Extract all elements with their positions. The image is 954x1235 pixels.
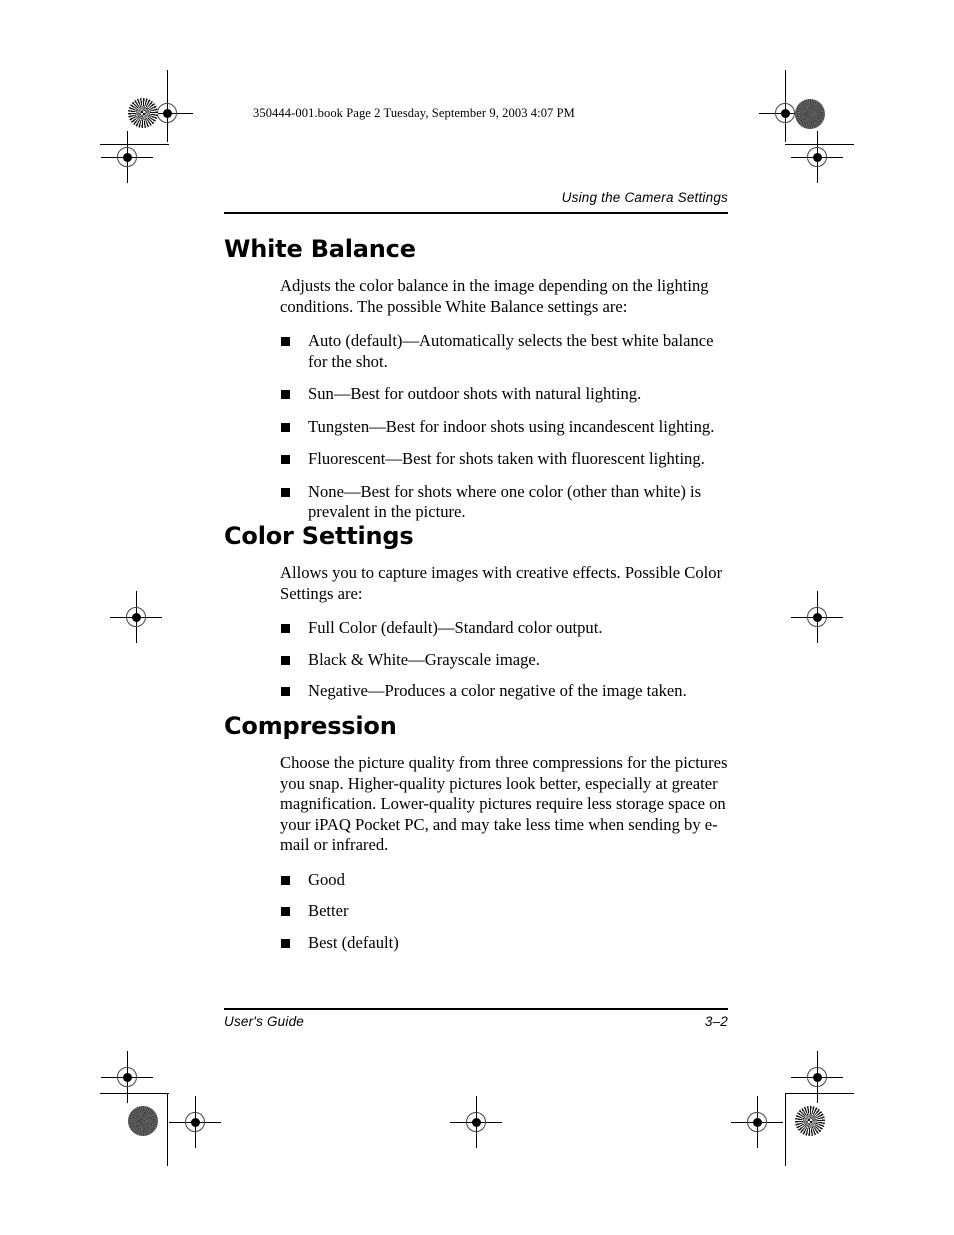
- bullet-square-icon: [281, 907, 290, 917]
- book-info-line: 350444-001.book Page 2 Tuesday, Septembe…: [253, 106, 575, 120]
- star-target-top-left: [128, 98, 158, 128]
- list-item-label: None—Best for shots where one color (oth…: [308, 481, 702, 522]
- list-item: Auto (default)—Automatically selects the…: [281, 331, 734, 372]
- section-paragraph-white-balance: Adjusts the color balance in the image d…: [280, 276, 709, 316]
- footer-rule: [224, 1008, 728, 1010]
- bullet-square-icon: [281, 938, 290, 948]
- list-item-label: Best (default): [308, 932, 399, 952]
- bullet-square-icon: [281, 455, 290, 465]
- list-item-label: Good: [308, 869, 345, 889]
- registration-mark-bottom-center: [450, 1096, 502, 1148]
- registration-mark-top-left-outer: [101, 131, 153, 183]
- bullet-square-icon: [281, 422, 290, 432]
- list-item-label: Fluorescent—Best for shots taken with fl…: [308, 449, 705, 469]
- bullet-list-compression: Good Better Best (default): [281, 870, 734, 954]
- bullet-square-icon: [281, 487, 290, 497]
- document-page: 350444-001.book Page 2 Tuesday, Septembe…: [0, 0, 954, 1235]
- footer-guide-label: User's Guide: [224, 1014, 305, 1029]
- crop-line-bottom-right-vertical: [785, 1094, 786, 1166]
- star-target-bottom-right: [795, 1106, 825, 1136]
- registration-mark-bottom-right-inner: [731, 1096, 783, 1148]
- registration-mark-bottom-right-outer: [791, 1051, 843, 1103]
- star-target-top-right: [795, 99, 825, 129]
- bullet-list-color-settings: Full Color (default)—Standard color outp…: [281, 618, 734, 702]
- bullet-square-icon: [281, 687, 290, 697]
- list-item-label: Better: [308, 901, 349, 921]
- footer-page-number: 3–2: [704, 1014, 728, 1029]
- bullet-square-icon: [281, 390, 290, 400]
- list-item-label: Full Color (default)—Standard color outp…: [308, 618, 603, 638]
- section-paragraph-color-settings: Allows you to capture images with creati…: [280, 563, 723, 603]
- list-item-label: Sun—Best for outdoor shots with natural …: [308, 384, 642, 404]
- list-item-label: Tungsten—Best for indoor shots using inc…: [308, 416, 715, 436]
- list-item: Sun—Best for outdoor shots with natural …: [281, 384, 734, 405]
- bullet-square-icon: [281, 624, 290, 634]
- registration-mark-top-right-outer: [791, 131, 843, 183]
- registration-mark-bottom-left-outer: [101, 1051, 153, 1103]
- running-head: Using the Camera Settings: [561, 190, 728, 205]
- list-item: None—Best for shots where one color (oth…: [281, 482, 734, 523]
- list-item: Negative—Produces a color negative of th…: [281, 681, 734, 702]
- registration-mark-left-middle: [110, 591, 162, 643]
- bullet-list-white-balance: Auto (default)—Automatically selects the…: [281, 331, 734, 523]
- bullet-square-icon: [281, 655, 290, 665]
- section-heading-color-settings: Color Settings: [224, 521, 414, 550]
- list-item: Full Color (default)—Standard color outp…: [281, 618, 734, 639]
- list-item: Fluorescent—Best for shots taken with fl…: [281, 449, 734, 470]
- page-footer: User's Guide 3–2: [224, 1014, 728, 1029]
- section-heading-compression: Compression: [224, 711, 397, 740]
- list-item: Good: [281, 870, 734, 891]
- list-item-label: Negative—Produces a color negative of th…: [308, 681, 687, 701]
- bullet-square-icon: [281, 337, 290, 347]
- header-rule: [224, 212, 728, 214]
- list-item: Best (default): [281, 933, 734, 954]
- list-item: Tungsten—Best for indoor shots using inc…: [281, 417, 734, 438]
- section-paragraph-compression: Choose the picture quality from three co…: [280, 753, 728, 855]
- list-item: Better: [281, 901, 734, 922]
- crop-line-bottom-left-vertical: [167, 1094, 168, 1166]
- page-content: White Balance Adjusts the color balance …: [224, 236, 734, 964]
- list-item: Black & White—Grayscale image.: [281, 650, 734, 671]
- list-item-label: Black & White—Grayscale image.: [308, 649, 540, 669]
- star-target-bottom-left: [128, 1106, 158, 1136]
- registration-mark-right-middle: [791, 591, 843, 643]
- section-heading-white-balance: White Balance: [224, 235, 416, 263]
- bullet-square-icon: [281, 875, 290, 885]
- list-item-label: Auto (default)—Automatically selects the…: [308, 331, 714, 371]
- registration-mark-bottom-left-inner: [169, 1096, 221, 1148]
